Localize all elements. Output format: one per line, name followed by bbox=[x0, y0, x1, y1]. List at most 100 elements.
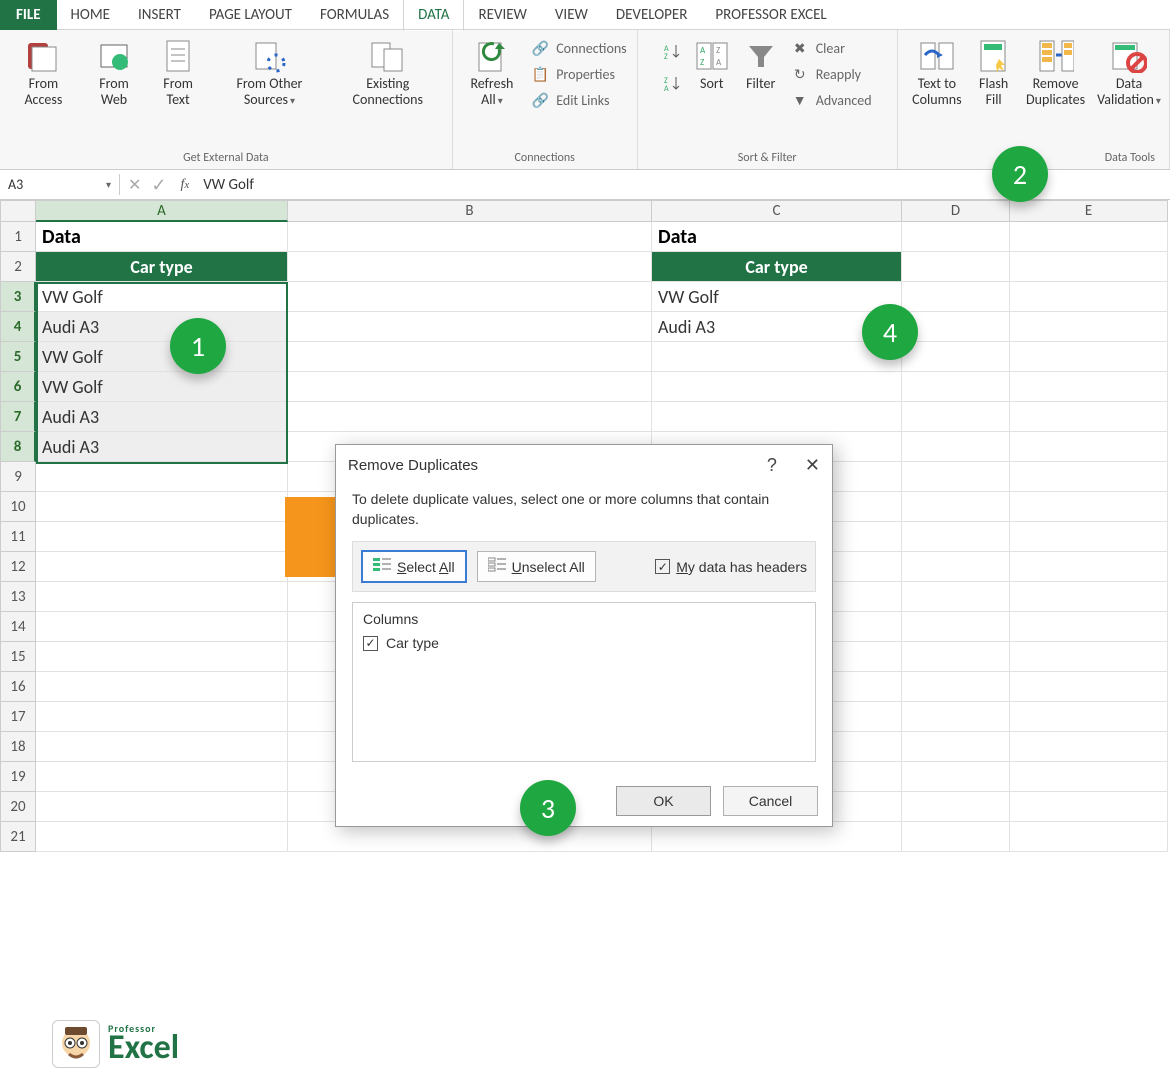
from-text-button[interactable]: From Text bbox=[147, 34, 209, 112]
cell[interactable] bbox=[902, 702, 1010, 732]
clear-button[interactable]: ✖Clear bbox=[790, 38, 845, 58]
cell[interactable] bbox=[36, 582, 288, 612]
help-icon[interactable]: ? bbox=[767, 455, 777, 476]
cell[interactable] bbox=[902, 612, 1010, 642]
cell[interactable] bbox=[288, 342, 652, 372]
col-header-B[interactable]: B bbox=[288, 200, 652, 222]
cell[interactable] bbox=[1010, 522, 1168, 552]
sort-desc-button[interactable]: ZA bbox=[663, 74, 683, 94]
cell[interactable] bbox=[288, 372, 652, 402]
row-header[interactable]: 8 bbox=[0, 432, 36, 462]
cell[interactable]: Audi A3 bbox=[36, 312, 288, 342]
cell[interactable] bbox=[902, 492, 1010, 522]
row-header[interactable]: 7 bbox=[0, 402, 36, 432]
row-header[interactable]: 16 bbox=[0, 672, 36, 702]
cell[interactable] bbox=[1010, 492, 1168, 522]
cell[interactable] bbox=[36, 822, 288, 852]
col-header-E[interactable]: E bbox=[1010, 200, 1168, 222]
cell[interactable] bbox=[902, 582, 1010, 612]
cell[interactable] bbox=[36, 672, 288, 702]
cell[interactable]: Audi A3 bbox=[36, 402, 288, 432]
cell[interactable] bbox=[652, 342, 902, 372]
row-header[interactable]: 5 bbox=[0, 342, 36, 372]
data-validation-button[interactable]: Data Validation▾ bbox=[1095, 34, 1163, 112]
cell[interactable] bbox=[1010, 312, 1168, 342]
cell[interactable] bbox=[902, 222, 1010, 252]
row-header[interactable]: 18 bbox=[0, 732, 36, 762]
cell[interactable] bbox=[36, 522, 288, 552]
row-header[interactable]: 12 bbox=[0, 552, 36, 582]
cell[interactable] bbox=[652, 402, 902, 432]
cancel-button[interactable]: Cancel bbox=[723, 786, 818, 816]
text-to-columns-button[interactable]: Text to Columns bbox=[904, 34, 970, 112]
cell[interactable] bbox=[1010, 552, 1168, 582]
cell[interactable] bbox=[902, 522, 1010, 552]
cell[interactable] bbox=[902, 792, 1010, 822]
row-header[interactable]: 2 bbox=[0, 252, 36, 282]
cell[interactable] bbox=[36, 702, 288, 732]
tab-review[interactable]: REVIEW bbox=[464, 0, 540, 30]
tab-home[interactable]: HOME bbox=[57, 0, 124, 30]
refresh-all-button[interactable]: Refresh All▾ bbox=[459, 34, 526, 112]
cell[interactable] bbox=[1010, 642, 1168, 672]
close-icon[interactable]: ✕ bbox=[805, 455, 820, 476]
has-headers-checkbox[interactable]: ✓ My data has headers bbox=[655, 559, 807, 575]
cell[interactable] bbox=[902, 642, 1010, 672]
cell[interactable] bbox=[1010, 792, 1168, 822]
cell[interactable] bbox=[1010, 822, 1168, 852]
cell[interactable] bbox=[902, 402, 1010, 432]
cell[interactable]: Car type bbox=[652, 252, 902, 282]
name-box[interactable]: A3▾ bbox=[0, 174, 120, 195]
cell[interactable] bbox=[36, 552, 288, 582]
cell[interactable] bbox=[902, 732, 1010, 762]
cell[interactable] bbox=[1010, 432, 1168, 462]
cell[interactable]: VW Golf bbox=[36, 372, 288, 402]
row-header[interactable]: 6 bbox=[0, 372, 36, 402]
cell[interactable] bbox=[902, 552, 1010, 582]
cell[interactable] bbox=[652, 372, 902, 402]
cell[interactable] bbox=[1010, 462, 1168, 492]
cancel-icon[interactable]: ✕ bbox=[128, 175, 141, 195]
col-header-A[interactable]: A bbox=[36, 200, 288, 222]
cell[interactable] bbox=[1010, 762, 1168, 792]
cell[interactable] bbox=[36, 612, 288, 642]
from-other-sources-button[interactable]: From Other Sources▾ bbox=[210, 34, 329, 112]
cell[interactable] bbox=[1010, 372, 1168, 402]
row-header[interactable]: 3 bbox=[0, 282, 36, 312]
from-web-button[interactable]: From Web bbox=[82, 34, 146, 112]
cell[interactable] bbox=[902, 282, 1010, 312]
ok-button[interactable]: OK bbox=[616, 786, 711, 816]
cell[interactable] bbox=[1010, 732, 1168, 762]
existing-connections-button[interactable]: Existing Connections bbox=[330, 34, 446, 112]
cell[interactable] bbox=[902, 252, 1010, 282]
col-header-C[interactable]: C bbox=[652, 200, 902, 222]
cell[interactable] bbox=[902, 342, 1010, 372]
cell[interactable]: Audi A3 bbox=[36, 432, 288, 462]
cell[interactable] bbox=[288, 402, 652, 432]
tab-insert[interactable]: INSERT bbox=[124, 0, 195, 30]
cell[interactable] bbox=[902, 822, 1010, 852]
cell[interactable] bbox=[1010, 402, 1168, 432]
cell[interactable] bbox=[288, 282, 652, 312]
cell[interactable] bbox=[902, 762, 1010, 792]
tab-professor-excel[interactable]: PROFESSOR EXCEL bbox=[701, 0, 840, 30]
row-header[interactable]: 19 bbox=[0, 762, 36, 792]
row-header[interactable]: 13 bbox=[0, 582, 36, 612]
cell[interactable] bbox=[1010, 672, 1168, 702]
cell[interactable] bbox=[1010, 612, 1168, 642]
row-header[interactable]: 1 bbox=[0, 222, 36, 252]
sort-asc-button[interactable]: AZ bbox=[663, 42, 683, 62]
cell[interactable]: VW Golf bbox=[36, 342, 288, 372]
remove-duplicates-button[interactable]: Remove Duplicates bbox=[1017, 34, 1094, 112]
enter-icon[interactable]: ✓ bbox=[151, 174, 166, 196]
row-header[interactable]: 9 bbox=[0, 462, 36, 492]
row-header[interactable]: 11 bbox=[0, 522, 36, 552]
fx-icon[interactable]: fx bbox=[175, 177, 196, 193]
tab-data[interactable]: DATA bbox=[403, 0, 464, 31]
column-cartype-checkbox[interactable]: ✓ Car type bbox=[363, 635, 805, 651]
cell[interactable] bbox=[902, 462, 1010, 492]
tab-view[interactable]: VIEW bbox=[541, 0, 602, 30]
cell[interactable] bbox=[36, 492, 288, 522]
cell[interactable] bbox=[1010, 702, 1168, 732]
filter-button[interactable]: Filter bbox=[737, 34, 785, 96]
